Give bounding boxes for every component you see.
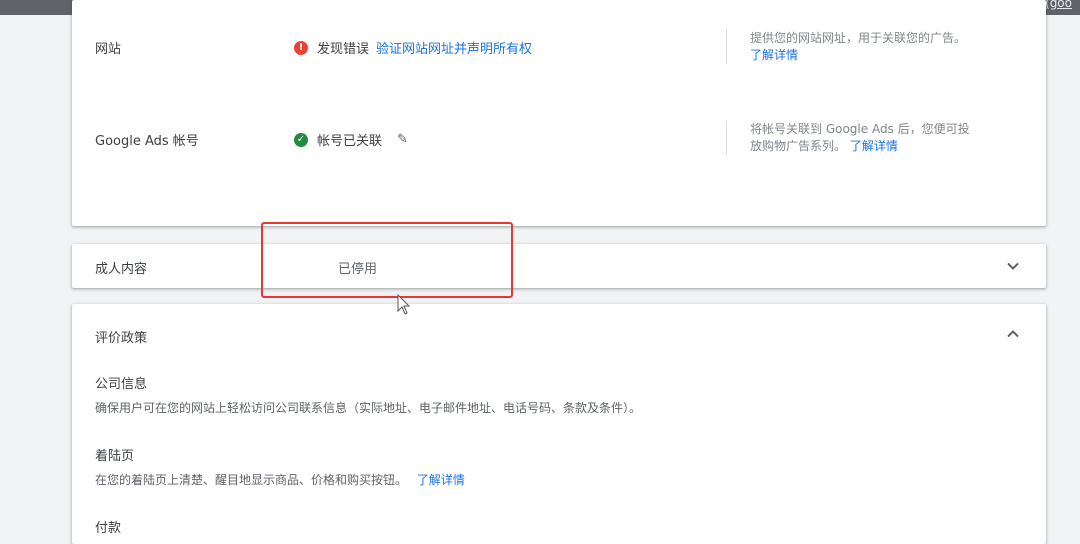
adult-content-label: 成人内容 — [95, 262, 148, 277]
review-policy-card: 评价政策 公司信息 确保用户可在您的网站上轻松访问公司联系信息（实际地址、电子邮… — [72, 304, 1046, 544]
landing-page-desc: 在您的着陆页上清楚、醒目地显示商品、价格和购买按钮。 — [95, 473, 408, 487]
check-icon: ✓ — [294, 132, 308, 147]
google-ads-learn-more-link[interactable]: 了解详情 — [850, 139, 898, 153]
website-label: 网站 — [95, 42, 122, 57]
highlight-box — [261, 222, 513, 298]
website-status: ! 发现错误 验证网站网址并声明所有权 — [294, 38, 532, 57]
landing-page-learn-more-link[interactable]: 了解详情 — [417, 473, 465, 487]
adult-content-card[interactable]: 成人内容 已停用 — [72, 244, 1046, 288]
payment-title: 付款 — [95, 521, 122, 536]
chevron-up-icon[interactable] — [1006, 327, 1020, 341]
chevron-down-icon[interactable] — [1006, 259, 1020, 273]
mouse-cursor-icon — [397, 294, 411, 315]
error-icon: ! — [294, 40, 308, 55]
website-learn-more-link[interactable]: 了解详情 — [750, 48, 798, 62]
review-policy-title: 评价政策 — [95, 331, 148, 346]
google-ads-status: ✓ 帐号已关联 ✎ — [294, 130, 408, 149]
website-status-text: 发现错误 — [317, 42, 370, 57]
landing-page-desc-row: 在您的着陆页上清楚、醒目地显示商品、价格和购买按钮。 了解详情 — [95, 471, 465, 488]
account-settings-card: 网站 ! 发现错误 验证网站网址并声明所有权 提供您的网站网址，用于关联您的广告… — [72, 0, 1046, 226]
landing-page-title: 着陆页 — [95, 449, 135, 464]
verify-website-link[interactable]: 验证网站网址并声明所有权 — [376, 38, 532, 57]
company-info-title: 公司信息 — [95, 377, 148, 392]
google-ads-label: Google Ads 帐号 — [95, 134, 199, 149]
google-ads-help: 将帐号关联到 Google Ads 后，您便可投放购物广告系列。 了解详情 — [726, 121, 980, 155]
edit-pencil-icon[interactable]: ✎ — [397, 132, 408, 147]
website-help: 提供您的网站网址，用于关联您的广告。 了解详情 — [726, 30, 980, 64]
google-ads-status-text: 帐号已关联 — [317, 134, 383, 149]
company-info-desc: 确保用户可在您的网站上轻松访问公司联系信息（实际地址、电子邮件地址、电话号码、条… — [95, 401, 642, 415]
website-help-text: 提供您的网站网址，用于关联您的广告。 — [750, 31, 967, 45]
